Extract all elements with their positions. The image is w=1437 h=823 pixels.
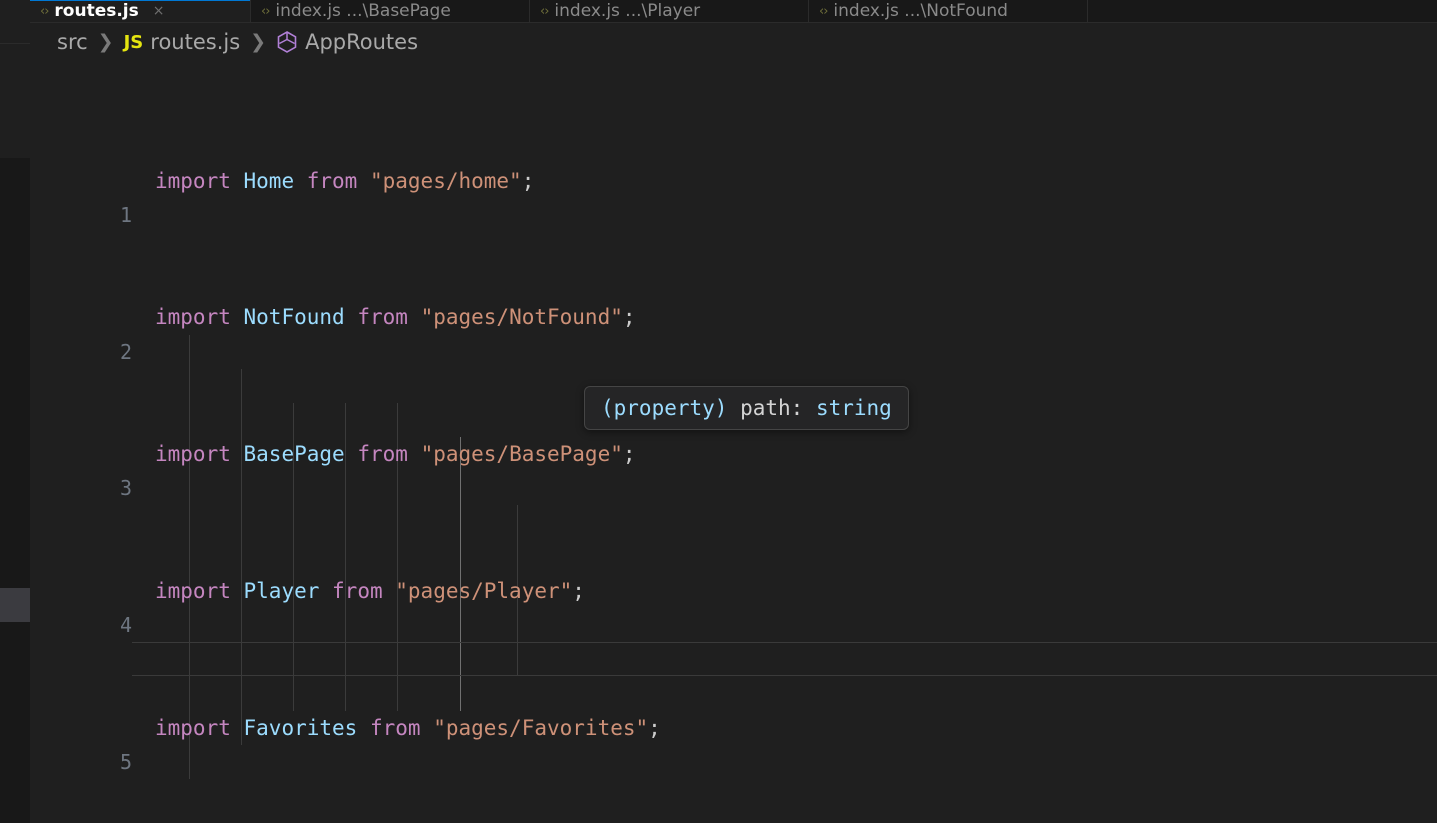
tooltip-name <box>727 396 740 420</box>
breadcrumb-label: AppRoutes <box>305 30 419 54</box>
breadcrumb-item-approutes[interactable]: AppRoutes <box>276 30 418 54</box>
sidebar-segment-second <box>0 44 30 158</box>
code-lines: 1 import Home from "pages/home"; 2 impor… <box>30 61 1437 823</box>
symbol-cube-icon <box>276 30 298 54</box>
vscode-window: ‹› routes.js × ‹› index.js ...\BasePage … <box>0 0 1437 823</box>
tab-label: index.js ...\NotFound <box>833 1 1008 21</box>
tab-index-js-notfound[interactable]: ‹› index.js ...\NotFound <box>809 0 1087 22</box>
chevron-right-icon: ❯ <box>97 31 114 53</box>
tooltip-type: string <box>815 396 892 420</box>
tab-separator <box>1087 0 1088 22</box>
sidebar-selected-item[interactable] <box>0 588 30 622</box>
tab-label: index.js ...\BasePage <box>275 1 451 21</box>
code-line: 5 import Favorites from "pages/Favorites… <box>30 711 1437 774</box>
code-line: 1 import Home from "pages/home"; <box>30 164 1437 227</box>
line-content: import BasePage from "pages/BasePage"; <box>155 442 636 467</box>
chevron-right-icon: ❯ <box>250 31 267 53</box>
tooltip-symbol: path: <box>740 396 804 420</box>
line-content: import Player from "pages/Player"; <box>155 579 585 603</box>
code-editor[interactable]: 1 import Home from "pages/home"; 2 impor… <box>30 61 1437 823</box>
line-number: 4 <box>119 613 132 638</box>
tab-dirty-icon: ‹› <box>540 3 549 19</box>
code-line: 4 import Player from "pages/Player"; <box>30 574 1437 637</box>
breadcrumb-label: routes.js <box>150 30 241 54</box>
line-number: 1 <box>119 202 132 227</box>
tooltip-property-label: (property) <box>601 396 728 420</box>
line-content: import NotFound from "pages/NotFound"; <box>155 305 636 330</box>
line-number: 3 <box>119 476 132 501</box>
tab-dirty-icon: ‹› <box>819 3 828 19</box>
line-content: import Favorites from "pages/Favorites"; <box>155 715 661 740</box>
tab-dirty-icon: ‹› <box>261 3 270 19</box>
breadcrumb-item-src[interactable]: src <box>57 30 88 54</box>
breadcrumb-label: src <box>57 30 88 54</box>
tab-index-js-basepage[interactable]: ‹› index.js ...\BasePage <box>251 0 529 22</box>
breadcrumb: src ❯ JS routes.js ❯ AppRoutes <box>30 23 1437 61</box>
tab-active-indicator <box>30 0 250 1</box>
tab-routes-js[interactable]: ‹› routes.js × <box>30 0 250 22</box>
sidebar-segment-top <box>0 0 30 43</box>
js-file-icon: JS <box>123 31 144 53</box>
code-line: 3 import BasePage from "pages/BasePage"; <box>30 437 1437 500</box>
line-number: 5 <box>119 750 132 774</box>
hover-tooltip: (property) path: string <box>584 386 909 430</box>
breadcrumb-item-routes-js[interactable]: JS routes.js <box>124 30 241 54</box>
close-icon[interactable]: × <box>153 3 165 19</box>
tab-index-js-player[interactable]: ‹› index.js ...\Player <box>530 0 808 22</box>
editor-tab-bar: ‹› routes.js × ‹› index.js ...\BasePage … <box>30 0 1437 22</box>
line-number: 2 <box>119 339 132 364</box>
tab-label: index.js ...\Player <box>554 1 701 21</box>
code-line: 2 import NotFound from "pages/NotFound"; <box>30 300 1437 363</box>
sidebar-strip <box>0 0 30 823</box>
tab-label: routes.js <box>54 1 139 21</box>
line-content: import Home from "pages/home"; <box>155 168 535 193</box>
tab-dirty-icon: ‹› <box>40 3 49 19</box>
